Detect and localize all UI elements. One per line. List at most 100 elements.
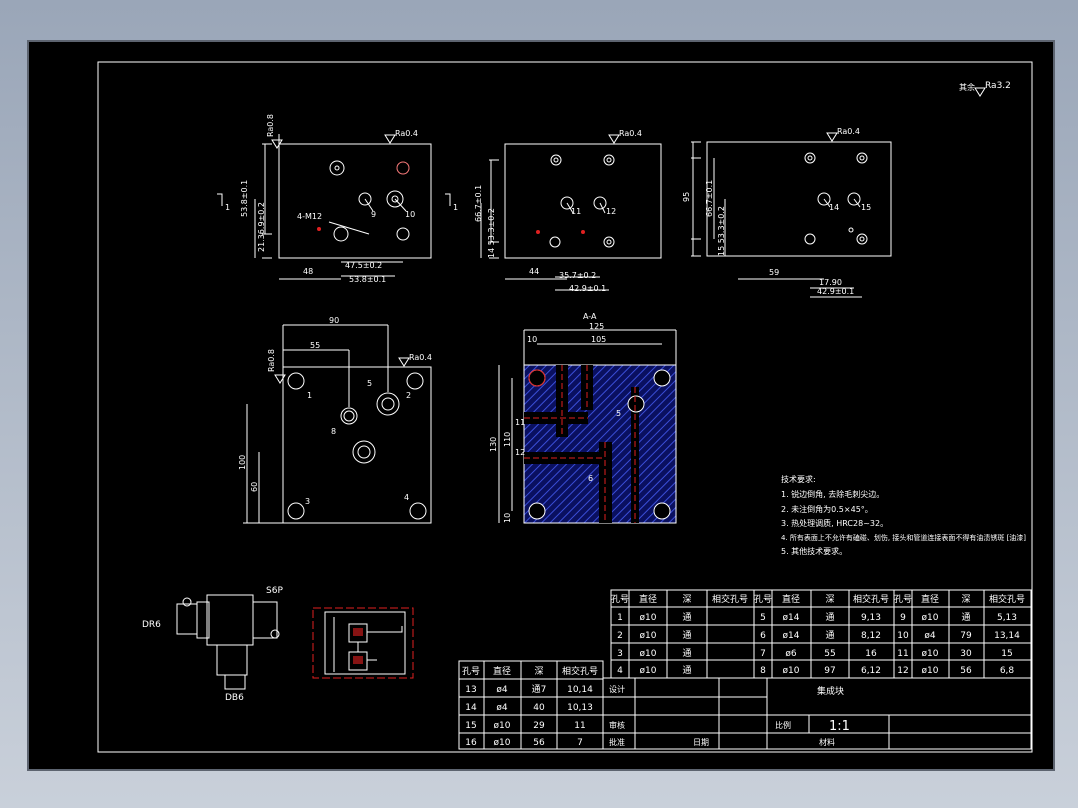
hole-table2-cell: ø4 — [496, 703, 508, 713]
hole-table2-cell: ø10 — [494, 738, 511, 748]
title-date-label: 日期 — [693, 738, 709, 747]
view2-dim-d2: 14 53.3±0.2 — [487, 208, 496, 258]
section-a-a: A-A 125 10 105 130 110 10 11 12 5 6 — [489, 312, 677, 524]
section-dim-d3: 105 — [591, 335, 606, 344]
hole-table-cell: 9 — [900, 613, 906, 623]
view1-roughness-08: Ra0.8 — [266, 114, 275, 137]
hole-table2-cell: ø10 — [494, 721, 511, 731]
view3-dim-d6: 42.9±0.1 — [817, 287, 854, 296]
view1-dim-d4: 47.5±0.2 — [345, 261, 382, 270]
hole-table2-header: 孔号 — [462, 666, 480, 677]
valve-dr6: DR6 — [142, 620, 161, 630]
title-block: 集成块 比例 1:1 材料 设计 审核 批准 日期 — [602, 677, 1032, 750]
hole-table-cell: 通 — [682, 665, 691, 676]
hole-table-cell: 30 — [960, 649, 972, 659]
view3-dim-d2: 66.7±0.1 — [705, 180, 714, 217]
hole-table-cell: 79 — [960, 631, 972, 641]
hole-table-cell: 通 — [825, 612, 834, 623]
hole-table-cell: 3 — [617, 649, 623, 659]
section-title: A-A — [583, 312, 597, 321]
view1-thread: 4-M12 — [297, 212, 322, 221]
hole-table-cell: 8,12 — [861, 631, 881, 641]
hole-table-cell: 6,8 — [1000, 666, 1015, 676]
hole-table-cell: 5,13 — [997, 613, 1017, 623]
view1-label-10: 10 — [405, 210, 415, 219]
section-dim-d1: 125 — [589, 322, 604, 331]
hole-table-cell: 通 — [961, 612, 970, 623]
hole-table2-header: 相交孔号 — [562, 665, 598, 677]
view4-roughness-08: Ra0.8 — [267, 349, 276, 372]
hole-table-cell: 12 — [897, 666, 908, 676]
view-3: 95 66.7±0.1 15 53.3±0.2 59 17.90 42.9±0.… — [682, 127, 892, 298]
view3-label-15: 15 — [861, 203, 871, 212]
hole-table-header: 深 — [682, 594, 691, 605]
hole-table-cell: 4 — [617, 666, 623, 676]
hole-table-header: 直径 — [639, 593, 657, 605]
hole-table2-header: 直径 — [493, 665, 511, 677]
view4-dim-d4: 60 — [250, 482, 259, 492]
hole-table-header: 相交孔号 — [989, 593, 1025, 605]
view1-roughness: Ra0.4 — [395, 129, 418, 138]
hole-table-cell: 通 — [682, 612, 691, 623]
view1-dim-d1: 53.8±0.1 — [240, 180, 249, 217]
section-label-12: 12 — [515, 448, 525, 457]
hole-table-cell: ø10 — [640, 631, 657, 641]
view4-label-3: 3 — [305, 497, 310, 506]
hole-table2-cell: 13 — [465, 685, 476, 695]
hole-table-cell: 6 — [760, 631, 766, 641]
title-approver: 批准 — [609, 737, 625, 747]
section-label-11: 11 — [515, 418, 525, 427]
technical-notes: 技术要求: 1. 锐边倒角, 去除毛刺尖边。 2. 未注倒角为0.5×45°。 … — [781, 474, 1026, 556]
view3-dim-d3: 15 53.3±0.2 — [717, 206, 726, 256]
notes-line-1: 1. 锐边倒角, 去除毛刺尖边。 — [781, 489, 884, 499]
hole-table-cell: ø14 — [783, 631, 800, 641]
title-name: 集成块 — [817, 685, 844, 697]
hole-table-cell: ø10 — [640, 649, 657, 659]
view4-label-5: 5 — [367, 379, 372, 388]
hole-table2-cell: 通7 — [532, 684, 547, 695]
hole-table-header: 孔号 — [894, 594, 912, 605]
hole-table2-cell: 15 — [465, 721, 476, 731]
hole-table-cell: 5 — [760, 613, 766, 623]
hole-table-cell: 2 — [617, 631, 623, 641]
roughness-global: Ra3.2 — [985, 81, 1011, 91]
view4-dim-d1: 90 — [329, 316, 339, 325]
drawing-sheet: 其余 Ra3.2 53.8±0.1 21.36.9±0.2 48 47.5±0.… — [27, 40, 1055, 771]
hole-table-cell: ø10 — [922, 666, 939, 676]
view-2: 66.7±0.1 14 53.3±0.2 44 35.7±0.2 42.9±0.… — [445, 129, 662, 293]
valve-db6: DB6 — [225, 693, 244, 703]
hole-table2-header: 深 — [534, 666, 543, 677]
view-4: 90 55 100 60 1 2 3 4 5 8 Ra0.4 Ra0.8 — [238, 316, 432, 524]
view4-dim-d2: 55 — [310, 341, 320, 350]
hole-table-header: 孔号 — [754, 594, 772, 605]
notes-line-2: 2. 未注倒角为0.5×45°。 — [781, 504, 873, 514]
view2-roughness: Ra0.4 — [619, 129, 642, 138]
hole-table: 孔号 直径深相交孔号 孔号 直径深相交孔号 孔号 直径深相交孔号1 ø10 通 5 ø14 通 9,1… — [610, 589, 1032, 679]
view-1: 53.8±0.1 21.36.9±0.2 48 47.5±0.2 53.8±0.… — [217, 114, 432, 284]
hole-table-cell: 16 — [865, 649, 877, 659]
view1-dim-d3: 48 — [303, 267, 313, 276]
hole-table2-cell: 7 — [577, 738, 583, 748]
hole-table-cell: 10 — [897, 631, 909, 641]
hole-table-cell: 8 — [760, 666, 766, 676]
hole-table2-cell: 29 — [533, 721, 545, 731]
hole-table-cell: 6,12 — [861, 666, 881, 676]
section-label-5: 5 — [616, 409, 621, 418]
hole-table-cell: ø10 — [783, 666, 800, 676]
hole-table2-cell: 11 — [574, 721, 585, 731]
hole-table-cell: 通 — [825, 630, 834, 641]
notes-title: 技术要求: — [781, 474, 816, 484]
hole-table-cell: 7 — [760, 649, 766, 659]
view4-label-4: 4 — [404, 493, 409, 502]
view2-label-11: 11 — [571, 207, 581, 216]
valve-drawing: DR6 S6P DB6 — [142, 586, 283, 703]
hole-table2-cell: ø4 — [496, 685, 508, 695]
title-scale-label: 比例 — [775, 720, 791, 730]
hole-table-header: 孔号 — [611, 594, 629, 605]
section-label-6: 6 — [588, 474, 593, 483]
section-dim-d6: 10 — [503, 513, 512, 523]
hole-table2-cell: 56 — [533, 738, 545, 748]
hole-table-cell: 97 — [824, 666, 835, 676]
hole-table-cell: 9,13 — [861, 613, 881, 623]
view4-roughness: Ra0.4 — [409, 353, 432, 362]
